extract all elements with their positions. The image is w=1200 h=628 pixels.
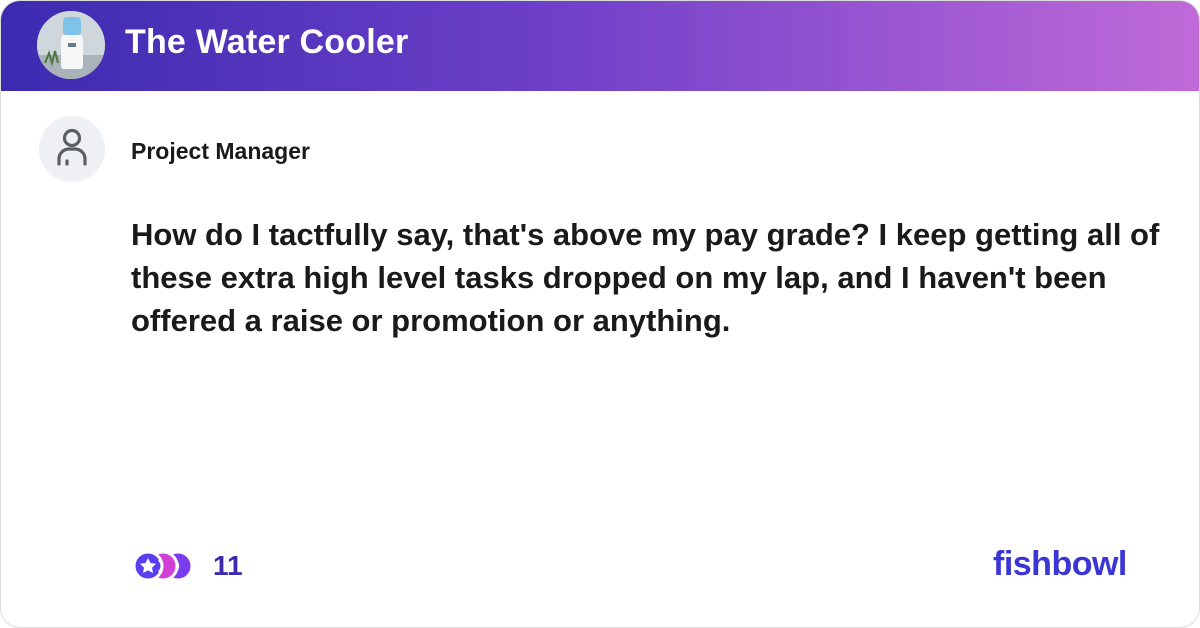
reaction-count: 11 bbox=[213, 550, 243, 581]
fishbowl-logo[interactable]: fishbowl bbox=[993, 545, 1127, 584]
post-card: The Water Cooler Project Manager How do … bbox=[0, 0, 1200, 628]
post-body[interactable]: How do I tactfully say, that's above my … bbox=[131, 213, 1161, 342]
water-cooler-icon[interactable] bbox=[37, 11, 105, 79]
group-header: The Water Cooler bbox=[1, 1, 1199, 91]
reaction-emojis-icon[interactable] bbox=[131, 549, 201, 583]
post-author: Project Manager bbox=[131, 138, 310, 164]
group-title[interactable]: The Water Cooler bbox=[125, 23, 408, 62]
user-icon bbox=[39, 116, 105, 182]
